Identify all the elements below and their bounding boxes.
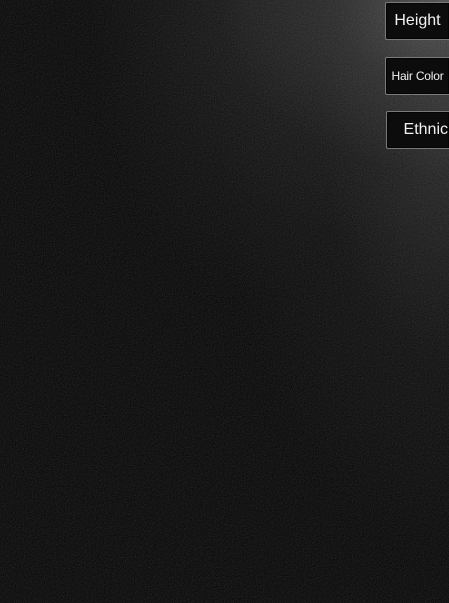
background-grain xyxy=(0,0,449,603)
ethnicity-filter-button[interactable]: Ethnic xyxy=(386,111,449,149)
hair-color-filter-button[interactable]: Hair Color xyxy=(385,57,449,95)
ethnicity-filter-label: Ethnic xyxy=(403,121,448,138)
hair-color-filter-label: Hair Color xyxy=(391,69,444,83)
height-filter-button[interactable]: Height xyxy=(385,2,449,40)
height-filter-label: Height xyxy=(394,12,441,29)
